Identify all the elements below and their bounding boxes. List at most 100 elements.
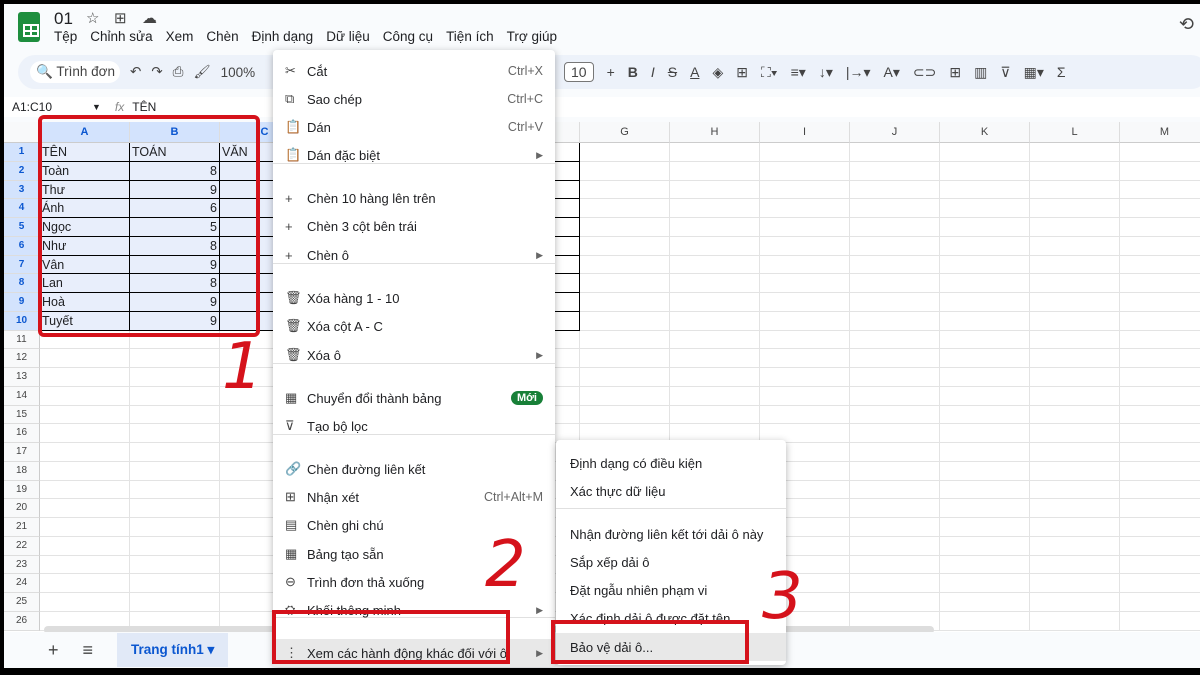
formula-input[interactable]: TÊN	[132, 100, 156, 114]
cell[interactable]	[1120, 574, 1200, 594]
menu-item[interactable]: Định dạng	[252, 29, 314, 44]
cell[interactable]	[760, 293, 850, 312]
cell[interactable]	[760, 161, 850, 181]
cell[interactable]	[940, 311, 1030, 331]
cell[interactable]	[940, 555, 1030, 575]
cell[interactable]	[580, 255, 670, 275]
cell[interactable]	[1030, 368, 1120, 387]
column-header-L[interactable]: L	[1030, 122, 1120, 143]
cell[interactable]	[130, 349, 220, 369]
context-menu-item[interactable]: ⧉ Sao chép Ctrl+C	[273, 85, 555, 113]
submenu-item[interactable]: Xác thực dữ liệu	[556, 477, 786, 505]
row-header[interactable]: 2	[4, 161, 40, 181]
cell[interactable]	[130, 499, 220, 519]
cell[interactable]	[130, 574, 220, 594]
cell[interactable]	[40, 443, 130, 462]
row-header[interactable]: 17	[4, 443, 40, 462]
menu-item[interactable]: Tiện ích	[446, 29, 494, 44]
cell[interactable]	[940, 143, 1030, 162]
cell[interactable]	[940, 349, 1030, 369]
row-header[interactable]: 6	[4, 236, 40, 256]
all-sheets-icon[interactable]: ≡	[83, 640, 94, 661]
cell[interactable]	[580, 330, 670, 350]
cell[interactable]	[40, 499, 130, 519]
cell[interactable]	[850, 499, 940, 519]
cell[interactable]	[1030, 236, 1120, 256]
cell[interactable]	[670, 330, 760, 350]
name-box[interactable]: A1:C10	[12, 100, 84, 114]
cell[interactable]	[850, 593, 940, 612]
cell[interactable]	[940, 199, 1030, 219]
cell[interactable]	[850, 274, 940, 294]
cell[interactable]	[580, 161, 670, 181]
cell[interactable]	[940, 180, 1030, 200]
cell[interactable]	[1030, 274, 1120, 294]
cell[interactable]	[40, 349, 130, 369]
context-menu-item[interactable]: ⊞ Nhận xét Ctrl+Alt+M	[273, 483, 555, 511]
cell[interactable]	[670, 368, 760, 387]
cell[interactable]	[1120, 556, 1200, 575]
cell[interactable]	[940, 386, 1030, 406]
cell[interactable]	[1030, 480, 1120, 500]
row-header[interactable]: 3	[4, 180, 40, 200]
select-all-corner[interactable]	[4, 122, 40, 143]
cell[interactable]	[670, 161, 760, 181]
context-menu-item[interactable]: ▦ Chuyển đổi thành bảng Mới	[273, 384, 555, 412]
cell[interactable]	[130, 368, 220, 387]
row-header[interactable]: 19	[4, 480, 40, 500]
cell[interactable]	[940, 536, 1030, 556]
menu-item[interactable]: Chỉnh sửa	[90, 29, 152, 44]
cell[interactable]	[580, 236, 670, 256]
cell[interactable]	[1120, 406, 1200, 425]
cloud-status-icon[interactable]: ☁	[142, 9, 157, 27]
text-rotation-icon[interactable]: A▾	[884, 64, 900, 81]
cell[interactable]	[580, 180, 670, 200]
context-menu-item[interactable]: 🗑 Xóa ô ▶	[273, 341, 555, 369]
context-menu-item[interactable]: ✂ Cắt Ctrl+X	[273, 57, 555, 85]
row-header[interactable]: 23	[4, 555, 40, 575]
print-icon[interactable]: ⎙	[173, 64, 184, 80]
cell[interactable]	[40, 555, 130, 575]
submenu-item[interactable]: Định dạng có điều kiện	[556, 449, 786, 477]
cell[interactable]	[670, 386, 760, 406]
cell[interactable]	[130, 518, 220, 537]
cell[interactable]	[850, 255, 940, 275]
context-menu-item[interactable]: 🗑 Xóa hàng 1 - 10	[273, 284, 555, 312]
text-color-icon[interactable]: A	[690, 64, 699, 80]
cell[interactable]	[1120, 481, 1200, 500]
cell[interactable]	[40, 574, 130, 594]
cell[interactable]	[1030, 218, 1120, 237]
cell[interactable]	[40, 386, 130, 406]
functions-icon[interactable]: Σ	[1057, 64, 1066, 80]
italic-icon[interactable]: I	[651, 64, 655, 80]
row-header[interactable]: 7	[4, 255, 40, 275]
cell[interactable]	[40, 593, 130, 612]
column-header-H[interactable]: H	[670, 122, 760, 143]
row-header[interactable]: 5	[4, 218, 40, 237]
cell[interactable]	[760, 311, 850, 331]
cell[interactable]	[850, 311, 940, 331]
column-header-I[interactable]: I	[760, 122, 850, 143]
submenu-item[interactable]: Sắp xếp dải ô	[556, 548, 786, 576]
cell[interactable]	[1030, 255, 1120, 275]
cell[interactable]	[940, 236, 1030, 256]
cell[interactable]	[850, 536, 940, 556]
strikethrough-icon[interactable]: S	[668, 64, 677, 80]
row-header[interactable]: 9	[4, 293, 40, 312]
context-menu-item[interactable]: + Chèn 3 cột bên trái	[273, 212, 555, 240]
menu-item[interactable]: Trợ giúp	[507, 29, 557, 44]
sheet-tab[interactable]: Trang tính1 ▾	[117, 633, 229, 667]
cell[interactable]	[1030, 461, 1120, 481]
cell[interactable]	[940, 293, 1030, 312]
cell[interactable]	[40, 405, 130, 425]
cell[interactable]	[130, 405, 220, 425]
row-header[interactable]: 25	[4, 593, 40, 612]
cell[interactable]	[1030, 349, 1120, 369]
cell[interactable]	[940, 424, 1030, 444]
context-menu-item[interactable]: 📋 Dán Ctrl+V	[273, 113, 555, 141]
cell[interactable]	[1030, 143, 1120, 162]
cell[interactable]	[850, 236, 940, 256]
row-header[interactable]: 22	[4, 536, 40, 556]
cell[interactable]	[1120, 443, 1200, 462]
cell[interactable]	[940, 274, 1030, 294]
